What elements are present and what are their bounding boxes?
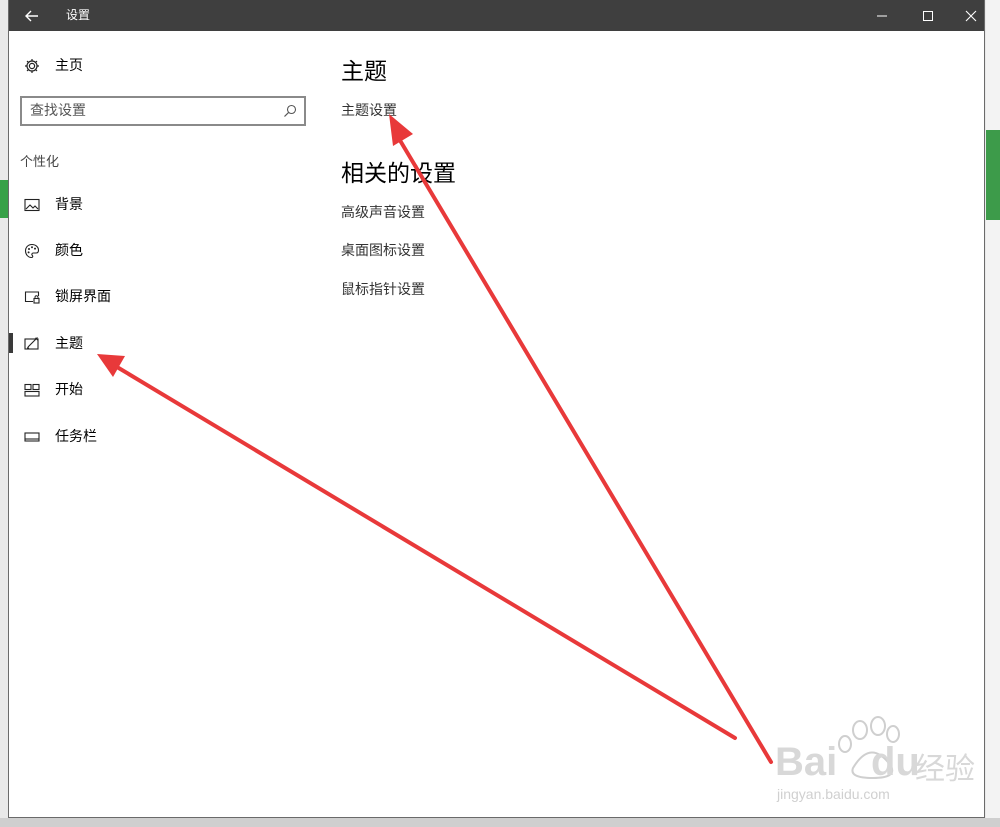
watermark-text-bai: Bai <box>775 740 838 784</box>
settings-window: 设置 主页 个性化 背景 <box>8 0 985 818</box>
background-green-strip <box>986 130 1000 220</box>
background-window-edge <box>986 0 1000 827</box>
annotation-arrows <box>97 114 773 764</box>
arrow-to-theme-sidebar <box>97 354 737 740</box>
background-left-strip <box>0 180 8 218</box>
background-bottom-strip <box>0 818 1000 827</box>
baidu-watermark: Bai du 经验 jingyan.baidu.com <box>775 716 985 806</box>
watermark-text-jingyan: 经验 <box>915 752 975 787</box>
arrow-to-theme-settings <box>389 114 773 764</box>
watermark-url: jingyan.baidu.com <box>777 786 890 802</box>
watermark-text-du: du <box>871 740 920 784</box>
